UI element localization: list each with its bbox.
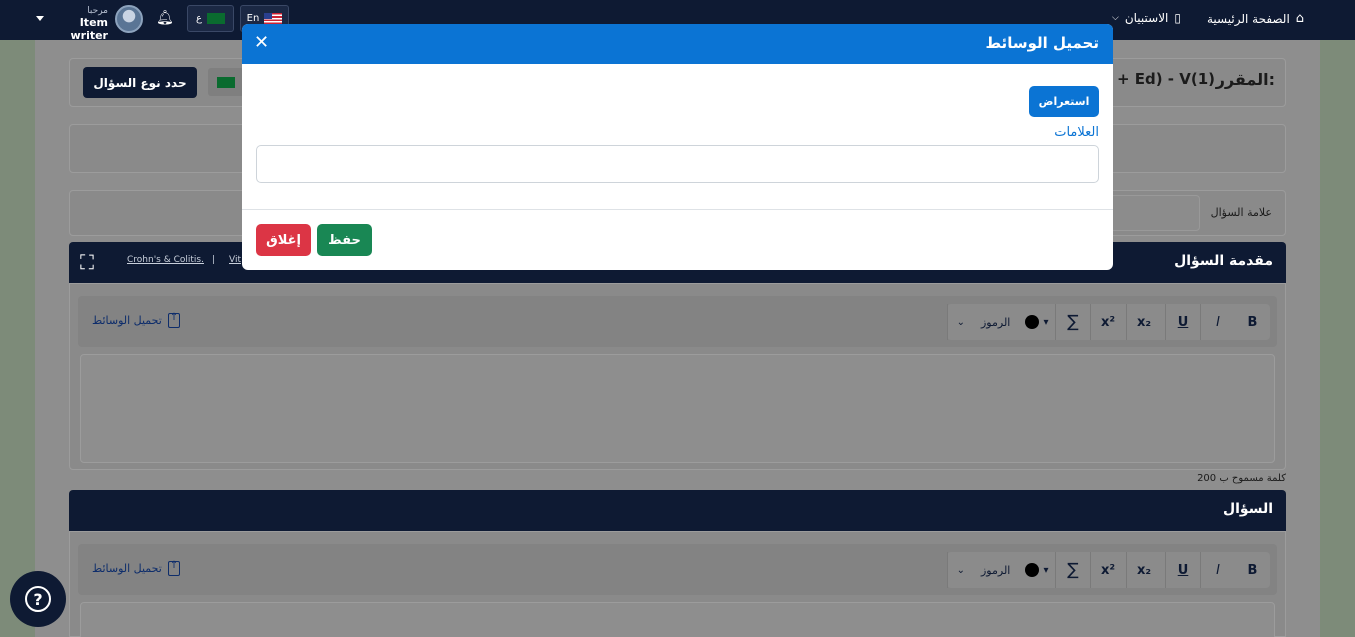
- nav-questionnaires-label: الاستبيان: [1124, 11, 1169, 25]
- us-flag-icon: [264, 13, 283, 24]
- subscript-button[interactable]: x₂: [1126, 304, 1161, 340]
- question-section-title: السؤال: [1222, 501, 1273, 517]
- italic-button[interactable]: I: [1200, 552, 1235, 588]
- course-name: المقرر:: [1212, 70, 1275, 89]
- user-greeting: مرحبا: [87, 6, 108, 16]
- chevron-down-icon: ⌄: [956, 564, 965, 576]
- fullscreen-icon[interactable]: ⛶: [80, 250, 94, 274]
- question-format-toolbar: B I U x₂ x² ∑ ▾ ⌄ الرموز: [947, 552, 1270, 588]
- notifications-bell-icon[interactable]: 🔔︎: [156, 10, 174, 26]
- question-section-header: [69, 490, 1286, 531]
- color-swatch-icon: [1025, 563, 1040, 577]
- question-editor-textarea[interactable]: [80, 602, 1275, 637]
- nav-home[interactable]: الصفحة الرئيسية ⌂: [1207, 11, 1304, 26]
- help-question-icon: ?: [25, 586, 51, 612]
- user-menu[interactable]: مرحبا Item writer: [40, 6, 108, 42]
- select-question-type-button[interactable]: حدد نوع السؤال: [83, 67, 197, 98]
- upload-media-label: تحميل الوسائط: [92, 562, 162, 575]
- italic-button[interactable]: I: [1200, 304, 1235, 340]
- chevron-down-icon: ⌵: [1112, 13, 1119, 23]
- nav-home-label: الصفحة الرئيسية: [1207, 11, 1290, 26]
- underline-button[interactable]: U: [1165, 552, 1200, 588]
- text-color-picker[interactable]: ▾: [1019, 552, 1055, 588]
- word-limit-note: 200 كلمة مسموح ب: [1197, 473, 1286, 484]
- intro-link-crohns[interactable]: Crohn's & Colitis.: [127, 255, 204, 265]
- close-icon[interactable]: ✕: [254, 34, 269, 52]
- bold-button[interactable]: B: [1235, 304, 1270, 340]
- symbols-label: الرموز: [981, 563, 1011, 577]
- color-swatch-icon: [1025, 315, 1040, 329]
- question-mark-input[interactable]: [1110, 195, 1200, 231]
- bold-button[interactable]: B: [1235, 552, 1270, 588]
- upload-media-label: تحميل الوسائط: [92, 314, 162, 327]
- chevron-down-icon: ⌄: [956, 316, 965, 328]
- intro-section-title: مقدمة السؤال: [1174, 253, 1273, 269]
- nav-questionnaires[interactable]: ⌵ الاستبيان ▯: [1112, 11, 1181, 25]
- text-color-picker[interactable]: ▾: [1019, 304, 1055, 340]
- tags-input[interactable]: [256, 145, 1099, 183]
- language-ar-button[interactable]: ع: [187, 5, 234, 32]
- intro-upload-media-link[interactable]: تحميل الوسائط: [92, 312, 180, 328]
- modal-divider: [242, 209, 1113, 210]
- symbols-label: الرموز: [981, 315, 1011, 329]
- language-en-label: En: [246, 13, 260, 24]
- color-caret-icon: ▾: [1043, 564, 1049, 576]
- modal-header: تحميل الوسائط ✕: [242, 24, 1113, 64]
- intro-link-vit[interactable]: Vit: [229, 255, 241, 265]
- home-icon: ⌂: [1295, 11, 1305, 26]
- browse-button[interactable]: استعراض: [1029, 86, 1099, 117]
- saudi-flag-icon: [206, 13, 225, 24]
- symbols-dropdown[interactable]: ⌄ الرموز: [947, 304, 1019, 340]
- intro-format-toolbar: B I U x₂ x² ∑ ▾ ⌄ الرموز: [947, 304, 1270, 340]
- language-flag-toggle[interactable]: [208, 68, 244, 96]
- superscript-button[interactable]: x²: [1090, 552, 1125, 588]
- file-upload-icon: [167, 312, 180, 328]
- sum-symbol-button[interactable]: ∑: [1055, 552, 1090, 588]
- saudi-flag-icon: [217, 76, 235, 88]
- symbols-dropdown[interactable]: ⌄ الرموز: [947, 552, 1019, 588]
- save-button[interactable]: حفظ: [317, 224, 372, 256]
- tags-label: العلامات: [1054, 125, 1099, 140]
- underline-button[interactable]: U: [1165, 304, 1200, 340]
- file-upload-icon: [167, 560, 180, 576]
- upload-media-modal: تحميل الوسائط ✕ استعراض العلامات حفظ إغل…: [242, 24, 1113, 270]
- avatar[interactable]: [115, 5, 143, 33]
- course-label: المقرر:: [1215, 70, 1275, 89]
- modal-title: تحميل الوسائط: [985, 34, 1100, 52]
- intro-editor-textarea[interactable]: [80, 354, 1275, 463]
- superscript-button[interactable]: x²: [1090, 304, 1125, 340]
- user-menu-caret-icon[interactable]: [36, 16, 44, 21]
- user-name: Item writer: [70, 16, 108, 42]
- question-upload-media-link[interactable]: تحميل الوسائط: [92, 560, 180, 576]
- help-button[interactable]: ?: [10, 571, 66, 627]
- color-caret-icon: ▾: [1043, 316, 1049, 328]
- book-icon: ▯: [1174, 11, 1182, 25]
- question-mark-label: علامة السؤال: [1210, 206, 1272, 219]
- close-button[interactable]: إغلاق: [256, 224, 311, 256]
- subscript-button[interactable]: x₂: [1126, 552, 1161, 588]
- sum-symbol-button[interactable]: ∑: [1055, 304, 1090, 340]
- link-separator: |: [212, 255, 216, 265]
- language-ar-label: ع: [196, 13, 202, 24]
